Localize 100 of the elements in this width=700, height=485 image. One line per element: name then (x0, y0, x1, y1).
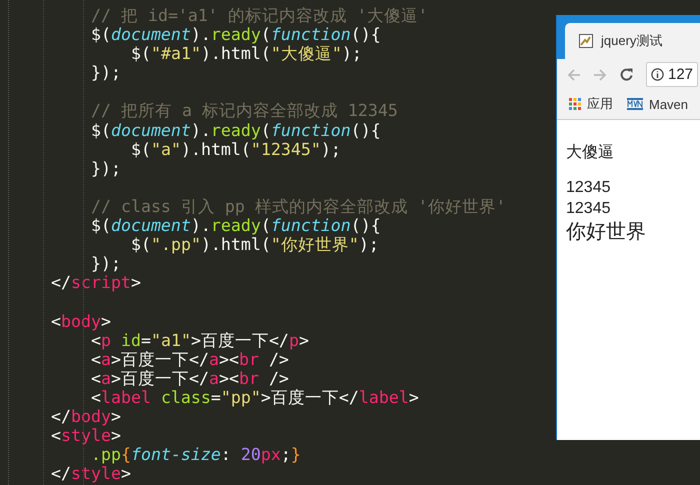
code-token: >< (218, 368, 239, 388)
code-token: < (91, 330, 101, 350)
code-token: < (51, 426, 61, 446)
code-token: "a1" (150, 330, 191, 350)
code-token: label (358, 388, 409, 407)
code-token: "大傻逼" (270, 44, 342, 64)
bookmark-link[interactable]: Maven (649, 96, 688, 112)
code-token: function (270, 120, 351, 140)
code-token: ). (190, 25, 211, 44)
code-token: ).html( (200, 44, 271, 64)
code-token: .pp (91, 445, 121, 464)
code-token: { (120, 445, 131, 464)
code-token: > (100, 312, 111, 330)
code-token: id (120, 330, 141, 350)
code-token: $( (91, 25, 111, 44)
code-token: < (91, 350, 101, 369)
code-token: : (220, 445, 232, 464)
code-token: // 把 id='a1' 的标记内容改成 '大傻逼' (91, 6, 428, 25)
code-token: < (91, 388, 101, 407)
code-token: (){ (350, 216, 381, 236)
code-token: ( (260, 25, 271, 44)
code-token: >百度一下</ (111, 368, 209, 388)
code-token: br (238, 368, 259, 388)
code-token: ready (210, 216, 261, 236)
code-token: ( (260, 120, 271, 140)
page-text: 大傻逼 (566, 142, 615, 163)
code-token: </ (51, 464, 71, 484)
bookmark-link[interactable]: 应用 (587, 95, 613, 113)
code-token: document (110, 120, 191, 140)
code-token: class (160, 388, 211, 407)
code-token: = (140, 330, 151, 350)
code-token: < (91, 368, 101, 388)
code-token: ); (358, 235, 379, 254)
code-token: }); (91, 254, 121, 274)
code-token: /> (268, 368, 289, 388)
code-token: document (110, 216, 191, 236)
code-token: < (51, 312, 61, 330)
code-token: } (290, 445, 301, 464)
code-token: ".pp" (150, 235, 201, 254)
code-token: </ (51, 273, 71, 292)
image-icon (579, 34, 593, 48)
browser-tab[interactable]: jquery测试 (565, 23, 700, 59)
code-token: > (130, 273, 141, 292)
code-token: ); (320, 140, 341, 159)
code-token: "#a1" (150, 44, 201, 64)
code-token: // 把所有 a 标记内容全部改成 12345 (91, 101, 398, 120)
code-token: $( (131, 44, 151, 64)
page-text: 你好世界 (566, 220, 647, 245)
code-token: ready (210, 25, 261, 44)
code-token: function (270, 216, 351, 236)
reload-icon[interactable] (619, 67, 634, 82)
code-token: style (61, 426, 111, 446)
code-token: label (101, 388, 151, 407)
code-token: $( (91, 216, 111, 236)
code-token: "a" (150, 140, 181, 159)
code-token: >< (218, 350, 239, 369)
code-token: p (101, 330, 111, 350)
code-token: px (260, 445, 281, 464)
code-token: ).html( (200, 235, 271, 254)
apps-grid-icon[interactable] (569, 98, 581, 110)
code-token: $( (131, 235, 151, 254)
code-token: }); (91, 63, 121, 82)
code-token: // class 引入 pp 样式的内容全部改成 '你好世界' (91, 196, 506, 216)
bookmark-logo-icon (627, 98, 643, 110)
code-token: script (70, 273, 131, 292)
code-token: body (70, 406, 111, 426)
code-token: = (210, 388, 221, 407)
code-token: $( (131, 140, 151, 159)
code-token: </ (51, 406, 71, 426)
code-token: $( (91, 120, 111, 140)
info-icon (651, 68, 664, 81)
code-token: > (408, 388, 419, 407)
code-token: ). (190, 216, 211, 236)
code-token: a (208, 350, 219, 369)
code-token: > (110, 426, 121, 446)
code-token: function (270, 25, 351, 44)
code-token: ); (342, 44, 362, 64)
code-token: a (208, 368, 219, 388)
code-token: > (120, 464, 131, 484)
code-token: document (110, 25, 191, 44)
code-token: ready (210, 120, 261, 140)
page-text: 12345 (566, 199, 612, 219)
code-token: > (110, 406, 121, 426)
code-token: (){ (350, 120, 381, 140)
code-token: ; (280, 445, 291, 464)
code-token: body (61, 312, 101, 330)
code-token: 20 (240, 445, 261, 464)
code-token: br (238, 350, 259, 369)
code-token: "你好世界" (270, 235, 359, 254)
address-bar[interactable]: 127 (646, 62, 698, 87)
code-token: font-size (130, 445, 221, 464)
code-token: style (70, 464, 121, 484)
code-token: >百度一下</ (260, 388, 359, 407)
code-token: > (298, 330, 309, 350)
code-token: ).html( (180, 140, 251, 159)
code-token: "12345" (250, 140, 321, 159)
code-token: a (101, 350, 111, 369)
page-text: 12345 (566, 178, 612, 198)
code-token: }); (91, 158, 121, 178)
code-token: >百度一下</ (190, 330, 289, 350)
